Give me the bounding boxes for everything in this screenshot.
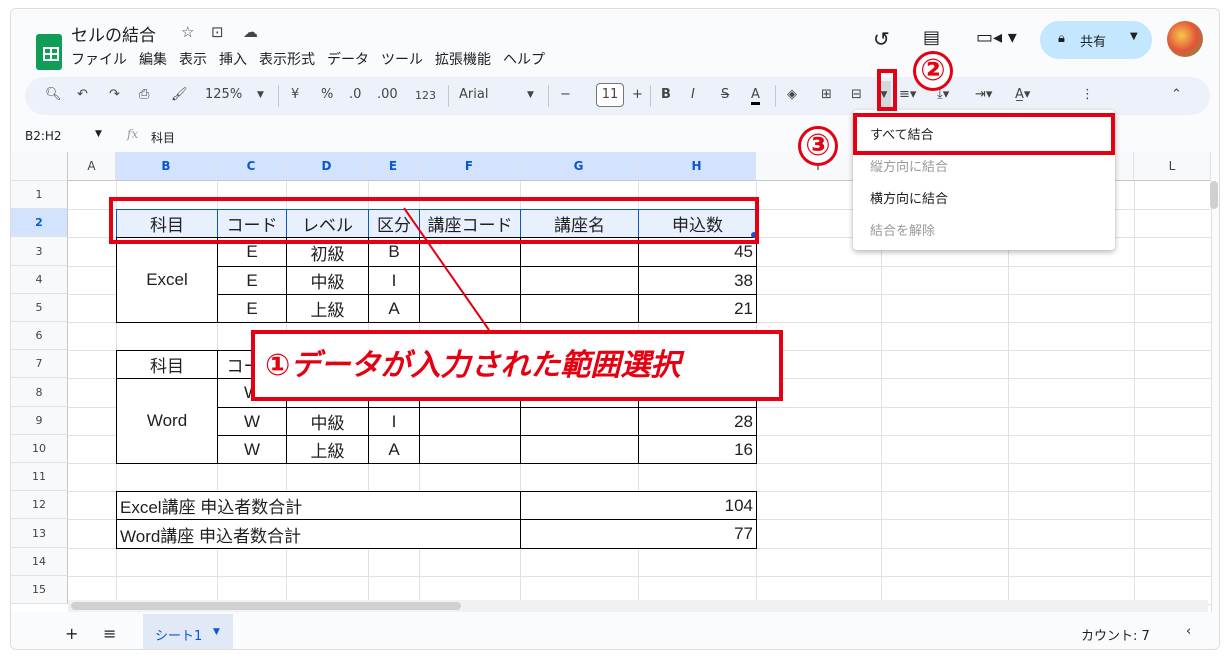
step-1-callout: ①データが入力された範囲選択 xyxy=(251,330,783,401)
sheets-window: セルの結合 ☆ ⊡ ☁ ファイル 編集 表示 挿入 表示形式 データ ツール 拡張機能 ヘルプ … xyxy=(10,8,1220,650)
